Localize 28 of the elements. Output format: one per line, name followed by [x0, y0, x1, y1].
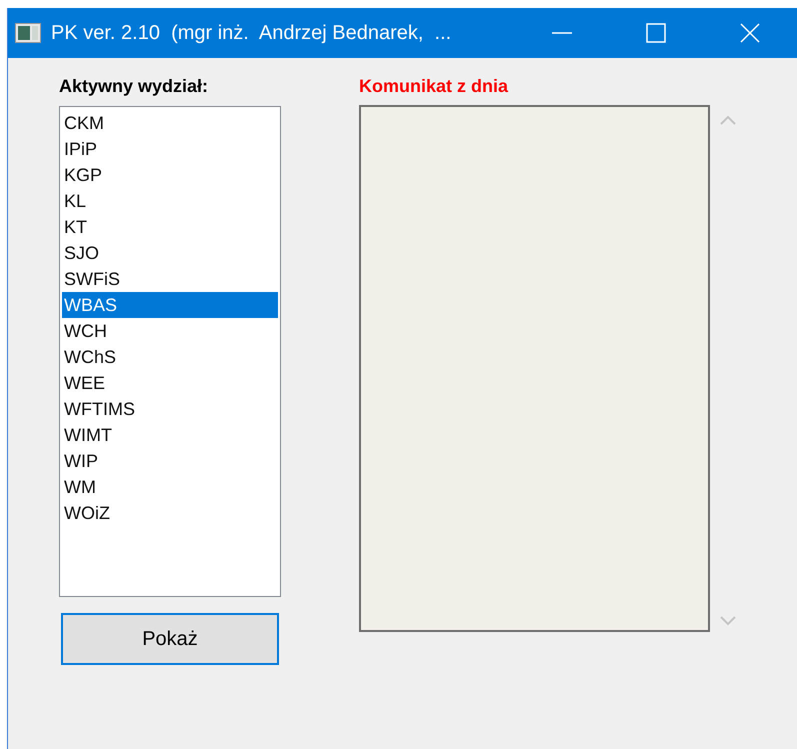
list-item[interactable]: KGP — [62, 162, 278, 188]
close-icon — [740, 23, 760, 43]
list-item[interactable]: CKM — [62, 110, 278, 136]
list-item[interactable]: WChS — [62, 344, 278, 370]
list-item[interactable]: WEE — [62, 370, 278, 396]
minimize-icon — [552, 32, 572, 34]
list-item[interactable]: WM — [62, 474, 278, 500]
scroll-up-icon[interactable] — [720, 115, 736, 125]
app-icon — [15, 23, 41, 43]
department-list[interactable]: CKM IPiP KGP KL KT SJO SWFiS WBAS WCH WChS WEE WFTIMS WIMT WIP WM WOiZ — [59, 106, 281, 597]
list-item[interactable]: SWFiS — [62, 266, 278, 292]
list-item[interactable]: KL — [62, 188, 278, 214]
list-item[interactable]: WIMT — [62, 422, 278, 448]
scroll-down-icon[interactable] — [720, 616, 736, 626]
list-label: Aktywny wydział: — [59, 76, 210, 98]
window-title: PK ver. 2.10 (mgr inż. Andrzej Bednarek, ... — [51, 22, 452, 44]
list-item[interactable]: IPiP — [62, 136, 278, 162]
list-item[interactable]: WFTIMS — [62, 396, 278, 422]
list-item[interactable]: WBAS — [62, 292, 278, 318]
list-item[interactable]: WCH — [62, 318, 278, 344]
list-item[interactable]: WOiZ — [62, 500, 278, 526]
maximize-icon — [646, 23, 666, 43]
list-item[interactable]: SJO — [62, 240, 278, 266]
list-item[interactable]: KT — [62, 214, 278, 240]
list-item[interactable]: WIP — [62, 448, 278, 474]
message-label: Komunikat z dnia — [359, 76, 510, 98]
show-button[interactable]: Pokaż — [61, 613, 279, 665]
message-box[interactable] — [359, 105, 710, 632]
